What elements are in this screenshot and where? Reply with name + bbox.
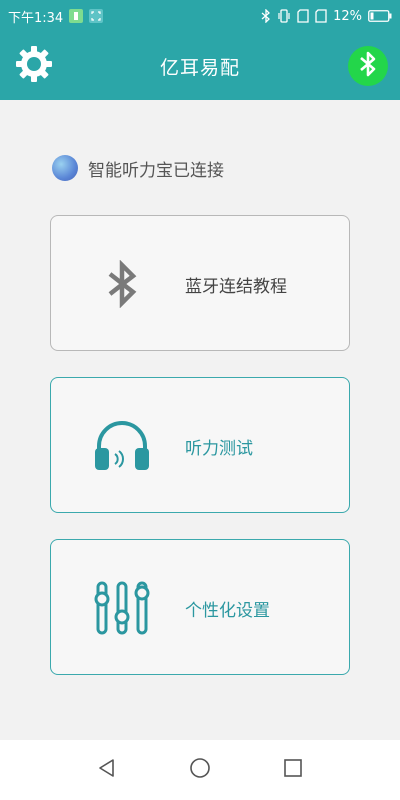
nav-back-button[interactable] [87, 750, 127, 790]
connection-indicator-icon [52, 155, 78, 181]
status-right: 12% [261, 9, 392, 24]
nav-recents-button[interactable] [273, 750, 313, 790]
circle-home-icon [189, 757, 211, 783]
sim1-signal-icon [297, 9, 309, 23]
page-title: 亿耳易配 [159, 56, 240, 79]
app-header: 亿耳易配 [0, 32, 400, 100]
square-recents-icon [283, 758, 303, 782]
personalized-settings-label: 个性化设置 [185, 600, 270, 621]
equalizer-sliders-icon [87, 572, 157, 644]
bluetooth-tutorial-card[interactable]: 蓝牙连结教程 [50, 215, 350, 351]
vibrate-icon [277, 9, 291, 23]
bluetooth-status-icon [261, 9, 271, 23]
battery-percent: 12% [333, 8, 362, 24]
status-bar: 下午1:34 12% [0, 0, 400, 32]
hearing-test-label: 听力测试 [185, 438, 253, 459]
connection-status: 智能听力宝已连接 [52, 155, 224, 181]
connection-status-text: 智能听力宝已连接 [88, 160, 224, 181]
status-left: 下午1:34 [8, 7, 104, 26]
hearing-test-card[interactable]: 听力测试 [50, 377, 350, 513]
triangle-back-icon [97, 758, 117, 782]
bluetooth-button[interactable] [348, 46, 388, 86]
nav-home-button[interactable] [180, 750, 220, 790]
personalized-settings-card[interactable]: 个性化设置 [50, 539, 350, 675]
headphones-icon [87, 410, 157, 482]
status-time: 下午1:34 [8, 10, 64, 26]
system-nav-bar [0, 740, 400, 800]
sim2-signal-icon [315, 9, 327, 23]
bluetooth-tutorial-label: 蓝牙连结教程 [185, 276, 287, 297]
screen-scan-icon [89, 9, 104, 23]
bluetooth-icon [87, 248, 157, 320]
battery-saver-icon [69, 9, 84, 23]
bluetooth-icon [359, 51, 377, 81]
battery-icon [368, 10, 392, 22]
